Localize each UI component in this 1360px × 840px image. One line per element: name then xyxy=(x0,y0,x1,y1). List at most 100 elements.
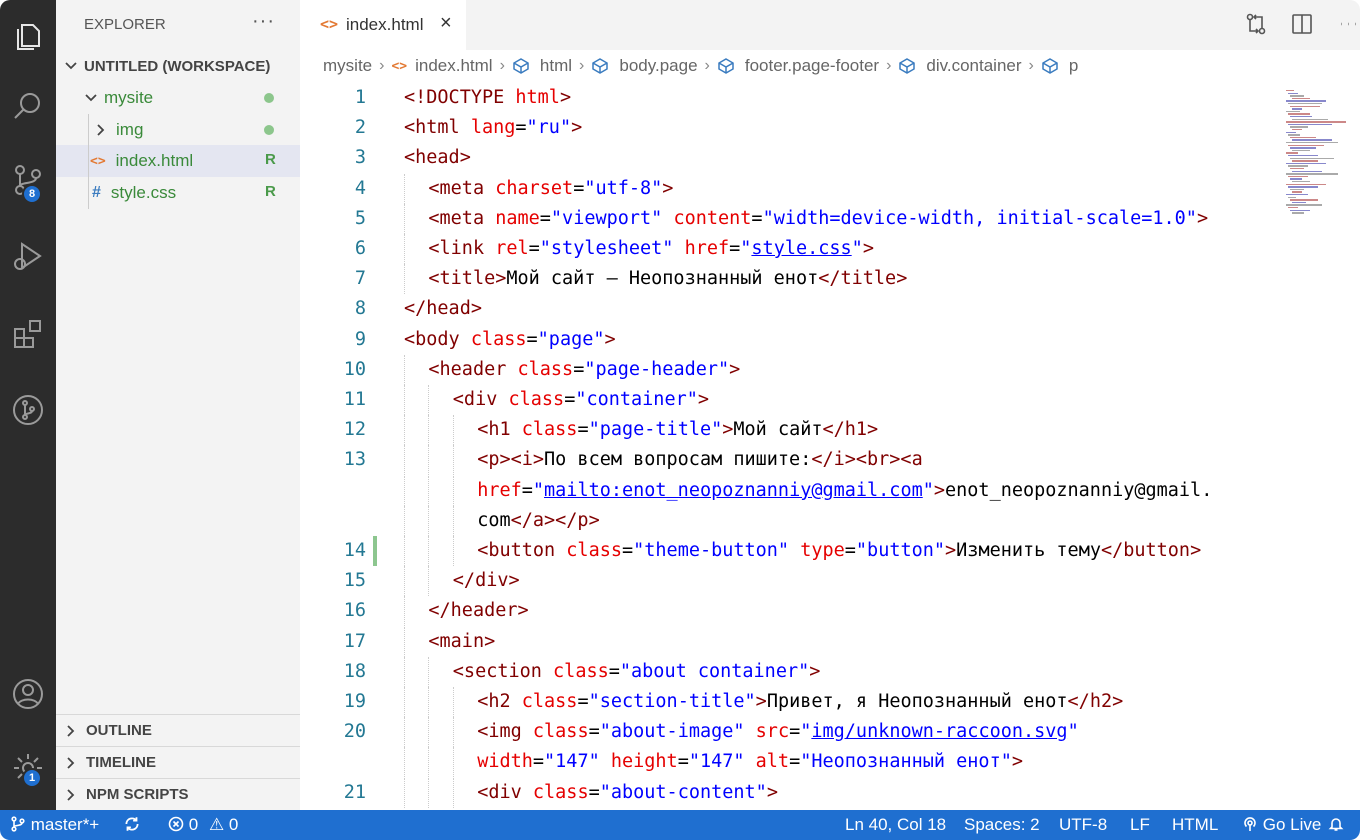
split-editor-icon[interactable] xyxy=(1290,12,1316,38)
tree-item-img[interactable]: img xyxy=(56,114,300,146)
code-line[interactable]: 15 </div> xyxy=(300,566,1360,597)
line-number: 7 xyxy=(354,268,366,290)
indent-guide xyxy=(404,626,405,657)
code-line[interactable]: 8 </head> xyxy=(300,294,1360,324)
code-token: = xyxy=(789,721,801,743)
symbol-element-icon xyxy=(899,58,916,74)
code-line[interactable]: com</a></p> xyxy=(300,505,1360,536)
code-token: "page-title" xyxy=(588,419,723,441)
settings-gear-icon[interactable]: 1 xyxy=(0,740,56,796)
code-token: " xyxy=(532,479,545,501)
code-token: class xyxy=(566,540,622,561)
breadcrumb-item[interactable]: mysite xyxy=(323,56,372,76)
run-debug-icon[interactable] xyxy=(0,228,56,284)
notifications-icon[interactable] xyxy=(1328,815,1344,835)
tree-item-style-css[interactable]: # style.css R xyxy=(56,177,300,209)
code-editor[interactable]: 1 <!DOCTYPE html> 2 <html lang="ru"> 3 <head>… xyxy=(300,82,1360,810)
indentation[interactable]: Spaces: 2 xyxy=(964,815,1040,835)
breadcrumb-item[interactable]: p xyxy=(1041,56,1078,76)
more-actions-icon[interactable] xyxy=(1336,12,1360,38)
close-icon[interactable]: × xyxy=(440,12,452,35)
code-line[interactable]: 9 <body class="page"> xyxy=(300,325,1360,355)
open-changes-icon[interactable] xyxy=(1244,12,1270,38)
code-line[interactable]: 2 <html lang="ru"> xyxy=(300,113,1360,143)
go-live-button[interactable]: Go Live xyxy=(1242,815,1321,835)
breadcrumb-item[interactable]: footer.page-footer xyxy=(717,56,879,76)
cursor-position[interactable]: Ln 40, Col 18 xyxy=(845,815,946,835)
panel-npm-scripts[interactable]: NPM SCRIPTS xyxy=(56,778,300,810)
indent-guide xyxy=(404,415,405,446)
tree-item-mysite[interactable]: mysite xyxy=(56,82,300,114)
line-number: 12 xyxy=(343,419,366,441)
source-control-icon[interactable]: 8 xyxy=(0,152,56,208)
files-icon[interactable] xyxy=(0,8,56,64)
code-token: alt xyxy=(755,751,790,773)
code-line[interactable]: 18 <section class="about container"> xyxy=(300,656,1360,687)
line-ending[interactable]: LF xyxy=(1130,815,1150,835)
panel-timeline[interactable]: TIMELINE xyxy=(56,746,300,778)
code-token: com xyxy=(477,509,511,531)
line-number: 16 xyxy=(343,600,366,622)
code-line[interactable]: 6 <link rel="stylesheet" href="style.css"… xyxy=(300,234,1360,264)
code-line[interactable]: 12 <h1 class="page-title">Мой сайт</h1> xyxy=(300,415,1360,446)
code-token: class xyxy=(521,419,578,441)
code-line[interactable]: href="mailto:enot_neopoznanniy@gmail.com… xyxy=(300,475,1360,506)
code-line[interactable]: 5 <meta name="viewport" content="width=de… xyxy=(300,203,1360,234)
language-mode[interactable]: HTML xyxy=(1172,815,1218,835)
code-token: rel xyxy=(495,238,529,259)
breadcrumb-item[interactable]: body.page xyxy=(591,56,698,76)
code-line[interactable]: width="147" height="147" alt="Неопознанн… xyxy=(300,747,1360,778)
workspace-header[interactable]: UNTITLED (WORKSPACE) xyxy=(56,50,300,82)
code-line[interactable]: 7 <title>Мой сайт — Неопознанный енот</ti… xyxy=(300,264,1360,295)
code-token: <header xyxy=(428,358,518,380)
tab-index-html[interactable]: <> index.html × xyxy=(300,0,466,50)
breadcrumb-item[interactable]: div.container xyxy=(898,56,1022,76)
line-number: 9 xyxy=(354,328,366,350)
code-token: = xyxy=(622,540,634,561)
code-line[interactable]: 19 <h2 class="section-title">Привет, я Не… xyxy=(300,687,1360,717)
indent-guide xyxy=(404,717,405,748)
tree-item-label: img xyxy=(116,120,144,139)
code-line[interactable]: 3 <head> xyxy=(300,143,1360,173)
code-token: = xyxy=(588,781,600,803)
encoding[interactable]: UTF-8 xyxy=(1059,815,1107,835)
code-line[interactable]: 1 <!DOCTYPE html> xyxy=(300,83,1360,113)
more-actions-icon[interactable]: ··· xyxy=(252,10,275,33)
git-graph-icon[interactable] xyxy=(0,382,56,438)
code-line[interactable]: 17 <main> xyxy=(300,626,1360,657)
indent-guide xyxy=(428,445,430,476)
search-icon[interactable] xyxy=(0,78,56,134)
account-icon[interactable] xyxy=(0,666,56,722)
problems-indicator[interactable]: 0 ⚠ 0 xyxy=(168,815,238,835)
code-line[interactable]: 14 <button class="theme-button" type="but… xyxy=(300,536,1360,566)
extensions-icon[interactable] xyxy=(0,306,56,362)
code-line[interactable]: 10 <header class="page-header"> xyxy=(300,354,1360,385)
indent-guide xyxy=(404,596,405,627)
code-token: href xyxy=(684,238,730,259)
status-badge: R xyxy=(265,151,276,168)
breadcrumb-item[interactable]: <> index.html xyxy=(391,56,492,76)
panel-label: NPM SCRIPTS xyxy=(86,786,189,803)
breadcrumb-item[interactable]: html xyxy=(512,56,572,76)
code-token: <body xyxy=(404,328,471,350)
code-line[interactable]: 13 <p><i>По всем вопросам пишите:</i><br>… xyxy=(300,445,1360,476)
code-line[interactable]: 20 <img class="about-image" src="img/unkn… xyxy=(300,717,1360,748)
branch-name: master*+ xyxy=(30,815,100,834)
code-text: <header class="page-header"> xyxy=(428,355,740,385)
code-line[interactable]: 21 <div class="about-content"> xyxy=(300,777,1360,808)
panel-outline[interactable]: OUTLINE xyxy=(56,714,300,746)
sync-icon[interactable] xyxy=(123,815,141,836)
indent-guide xyxy=(452,747,454,778)
code-token: name xyxy=(495,207,540,229)
branch-indicator[interactable]: master*+ xyxy=(10,815,99,835)
code-token: "Неопознанный енот" xyxy=(800,751,1012,773)
tree-item-index-html[interactable]: <> index.html R xyxy=(56,145,300,177)
code-token: </div> xyxy=(452,570,520,592)
code-line[interactable]: 4 <meta charset="utf-8"> xyxy=(300,173,1360,204)
modified-dot-icon xyxy=(264,125,274,135)
indent-guide xyxy=(428,505,430,536)
indent-guide xyxy=(404,475,405,506)
code-line[interactable]: 11 <div class="container"> xyxy=(300,385,1360,415)
code-line[interactable]: 16 </header> xyxy=(300,596,1360,627)
symbol-element-icon xyxy=(592,58,609,74)
